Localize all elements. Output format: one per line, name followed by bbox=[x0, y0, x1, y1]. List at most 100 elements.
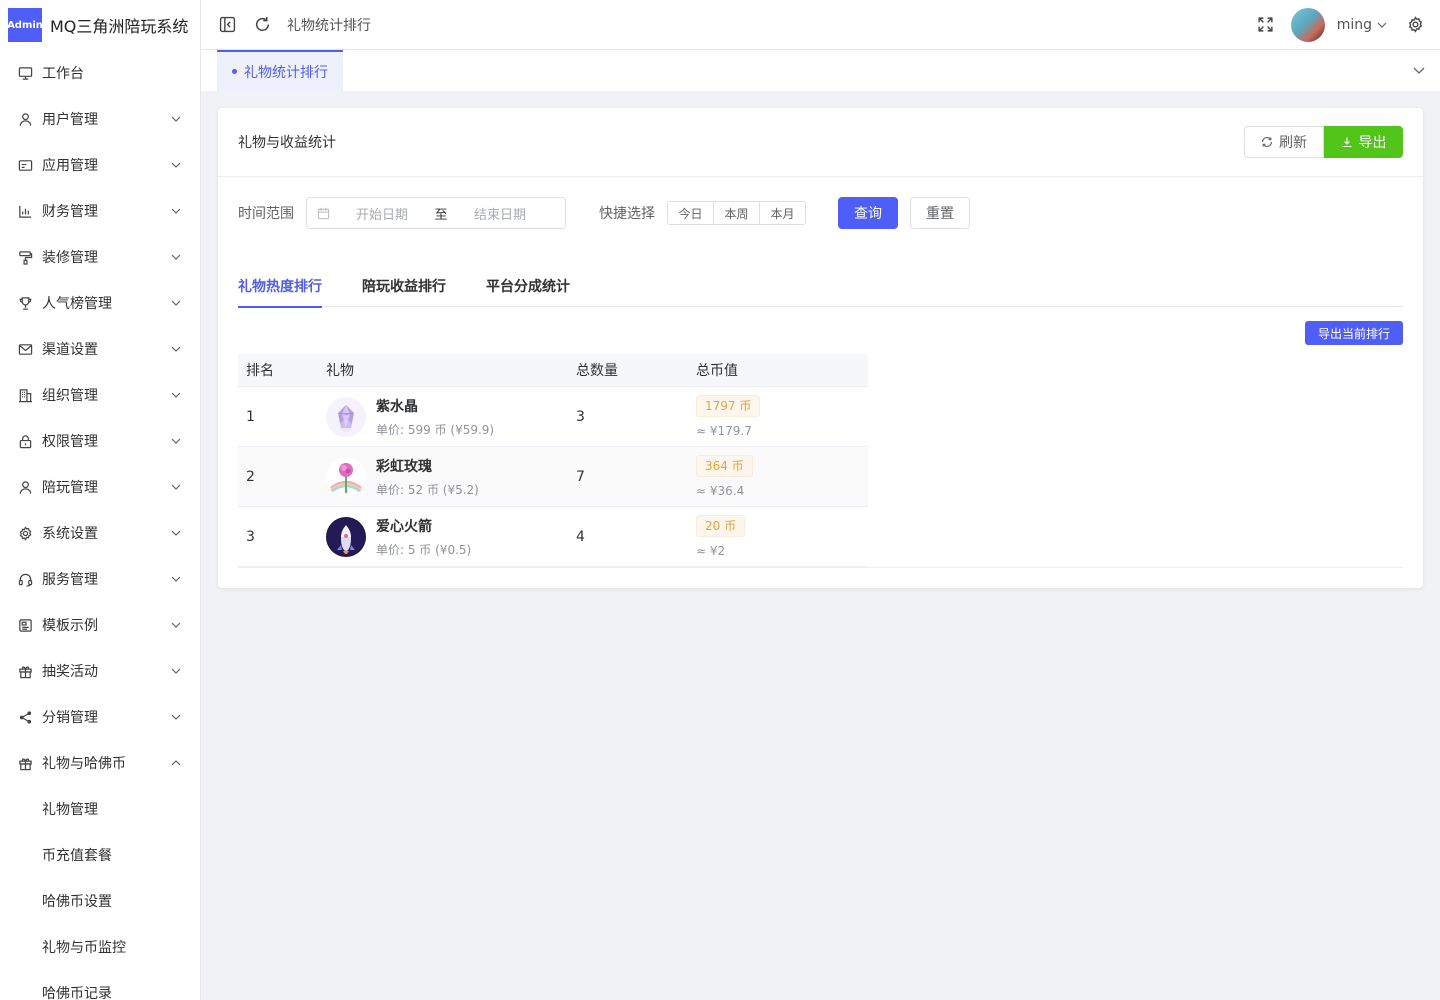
sidebar-item-label: 模板示例 bbox=[42, 618, 98, 634]
sidebar-item-label: 装修管理 bbox=[42, 250, 98, 266]
gear-icon[interactable] bbox=[1406, 16, 1424, 34]
gift-cell: 紫水晶 单价: 599 币 (¥59.9) bbox=[326, 396, 576, 438]
user-icon bbox=[18, 480, 33, 495]
user-menu[interactable]: ming bbox=[1337, 17, 1388, 33]
rank-cell: 3 bbox=[246, 528, 255, 545]
sidebar-item-label: 权限管理 bbox=[42, 434, 98, 450]
stats-card: 礼物与收益统计 刷新 导出 时间范围 开始日期 至 结束日期 快捷选择 今日 本… bbox=[218, 108, 1423, 588]
sidebar-subitem-gift-monitor[interactable]: 礼物与币监控 bbox=[0, 924, 200, 970]
sidebar-item-popularity[interactable]: 人气榜管理 bbox=[0, 280, 200, 326]
quick-week-button[interactable]: 本周 bbox=[713, 201, 760, 225]
active-dot-icon bbox=[232, 69, 237, 74]
sidebar-item-label: 组织管理 bbox=[42, 388, 98, 404]
sidebar-item-finance[interactable]: 财务管理 bbox=[0, 188, 200, 234]
query-button[interactable]: 查询 bbox=[838, 197, 898, 229]
table-bottom-divider bbox=[238, 567, 1403, 568]
breadcrumb: 礼物统计排行 bbox=[287, 17, 371, 34]
chevron-down-icon bbox=[170, 665, 182, 677]
rmb-approx: ≈ ¥36.4 bbox=[696, 484, 745, 498]
quick-today-button[interactable]: 今日 bbox=[667, 201, 714, 225]
chevron-up-icon bbox=[170, 757, 182, 769]
gift-name: 紫水晶 bbox=[376, 398, 418, 415]
stats-tabs: 礼物热度排行 陪玩收益排行 平台分成统计 bbox=[238, 274, 1403, 308]
refresh-icon[interactable] bbox=[253, 16, 271, 34]
fullscreen-icon[interactable] bbox=[1257, 16, 1275, 34]
coin-total-badge: 1797 币 bbox=[696, 395, 761, 417]
download-icon bbox=[1342, 137, 1351, 148]
sidebar-item-gifts-coins[interactable]: 礼物与哈佛币 bbox=[0, 740, 200, 786]
sidebar-item-templates[interactable]: 模板示例 bbox=[0, 602, 200, 648]
tab-platform-share[interactable]: 平台分成统计 bbox=[486, 274, 570, 307]
time-range-label: 时间范围 bbox=[238, 206, 294, 222]
rmb-approx: ≈ ¥179.7 bbox=[696, 424, 752, 438]
sidebar-subitem-coin-records[interactable]: 哈佛币记录 bbox=[0, 970, 200, 1000]
sidebar-item-users[interactable]: 用户管理 bbox=[0, 96, 200, 142]
chevron-down-icon bbox=[170, 435, 182, 447]
range-separator: 至 bbox=[434, 207, 448, 223]
table-row: 2 彩虹玫瑰 单价: 52 币 (¥5.2) 7 364 币 ≈ ¥36.4 bbox=[238, 447, 868, 507]
building-icon bbox=[18, 388, 33, 403]
sidebar-item-organization[interactable]: 组织管理 bbox=[0, 372, 200, 418]
sidebar-item-system-settings[interactable]: 系统设置 bbox=[0, 510, 200, 556]
sidebar-item-services[interactable]: 服务管理 bbox=[0, 556, 200, 602]
refresh-button[interactable]: 刷新 bbox=[1244, 126, 1324, 158]
table-row: 1 紫水晶 单价: 599 币 (¥59.9) 3 1797 币 ≈ ¥179.… bbox=[238, 387, 868, 447]
sidebar-item-companions[interactable]: 陪玩管理 bbox=[0, 464, 200, 510]
sidebar-item-distribution[interactable]: 分销管理 bbox=[0, 694, 200, 740]
start-date-input[interactable]: 开始日期 bbox=[338, 204, 426, 223]
refresh-label: 刷新 bbox=[1279, 134, 1307, 150]
app-window-icon bbox=[18, 158, 33, 173]
chevron-down-icon bbox=[170, 251, 182, 263]
headset-icon bbox=[18, 572, 33, 587]
table-row: 3 爱心火箭 单价: 5 币 (¥0.5) 4 20 币 ≈ ¥2 bbox=[238, 507, 868, 567]
chevron-down-icon bbox=[170, 205, 182, 217]
sidebar-item-label: 财务管理 bbox=[42, 204, 98, 220]
export-button[interactable]: 导出 bbox=[1324, 126, 1403, 158]
gift-cell: 彩虹玫瑰 单价: 52 币 (¥5.2) bbox=[326, 456, 576, 498]
ranking-table: 排名 礼物 总数量 总币值 1 紫水晶 单价: 599 币 (¥59.9) 3 … bbox=[238, 354, 868, 567]
paint-roller-icon bbox=[18, 250, 33, 265]
chevron-down-icon bbox=[170, 159, 182, 171]
love-rocket-gift-image bbox=[326, 516, 366, 557]
sidebar-item-permissions[interactable]: 权限管理 bbox=[0, 418, 200, 464]
date-range-picker[interactable]: 开始日期 至 结束日期 bbox=[306, 197, 566, 229]
total-cell: 1797 币 ≈ ¥179.7 bbox=[696, 395, 868, 438]
sidebar-item-decoration[interactable]: 装修管理 bbox=[0, 234, 200, 280]
end-date-input[interactable]: 结束日期 bbox=[456, 204, 544, 223]
gift-name: 爱心火箭 bbox=[376, 518, 432, 535]
column-header-quantity: 总数量 bbox=[576, 363, 618, 379]
column-header-total: 总币值 bbox=[696, 363, 738, 379]
mail-icon bbox=[18, 342, 33, 357]
sidebar-item-label: 用户管理 bbox=[42, 112, 98, 128]
sidebar-subitem-coin-packages[interactable]: 币充值套餐 bbox=[0, 832, 200, 878]
sidebar-subitem-coin-settings[interactable]: 哈佛币设置 bbox=[0, 878, 200, 924]
top-header: 礼物统计排行 ming bbox=[201, 0, 1440, 50]
sidebar-item-apps[interactable]: 应用管理 bbox=[0, 142, 200, 188]
sidebar-collapse-icon[interactable] bbox=[218, 16, 236, 34]
quick-month-button[interactable]: 本月 bbox=[759, 201, 806, 225]
gear-icon bbox=[18, 525, 33, 541]
sidebar-subitem-gift-management[interactable]: 礼物管理 bbox=[0, 786, 200, 832]
bar-chart-icon bbox=[18, 204, 33, 219]
chevron-down-icon bbox=[170, 527, 182, 539]
export-ranking-button[interactable]: 导出当前排行 bbox=[1304, 321, 1403, 345]
chevron-down-icon[interactable] bbox=[1412, 63, 1426, 77]
sidebar-item-channels[interactable]: 渠道设置 bbox=[0, 326, 200, 372]
sidebar-item-dashboard[interactable]: 工作台 bbox=[0, 50, 200, 96]
sidebar-item-label: 陪玩管理 bbox=[42, 480, 98, 496]
sidebar-item-label: 服务管理 bbox=[42, 572, 98, 588]
trophy-icon bbox=[18, 296, 33, 311]
tab-companion-earnings[interactable]: 陪玩收益排行 bbox=[362, 274, 446, 307]
username: ming bbox=[1336, 16, 1372, 33]
refresh-icon bbox=[1261, 137, 1273, 147]
sidebar-item-lottery[interactable]: 抽奖活动 bbox=[0, 648, 200, 694]
quantity-cell: 7 bbox=[576, 468, 585, 485]
tab-gift-ranking[interactable]: 礼物统计排行 bbox=[217, 50, 343, 91]
user-icon bbox=[18, 112, 33, 127]
logo[interactable]: Admin MQ三角洲陪玩系统 bbox=[0, 0, 200, 50]
gift-unit-price: 单价: 599 币 (¥59.9) bbox=[376, 422, 495, 437]
tab-gift-popularity[interactable]: 礼物热度排行 bbox=[238, 274, 322, 308]
quantity-cell: 4 bbox=[576, 528, 585, 545]
reset-button[interactable]: 重置 bbox=[910, 197, 970, 229]
avatar[interactable] bbox=[1290, 7, 1325, 42]
